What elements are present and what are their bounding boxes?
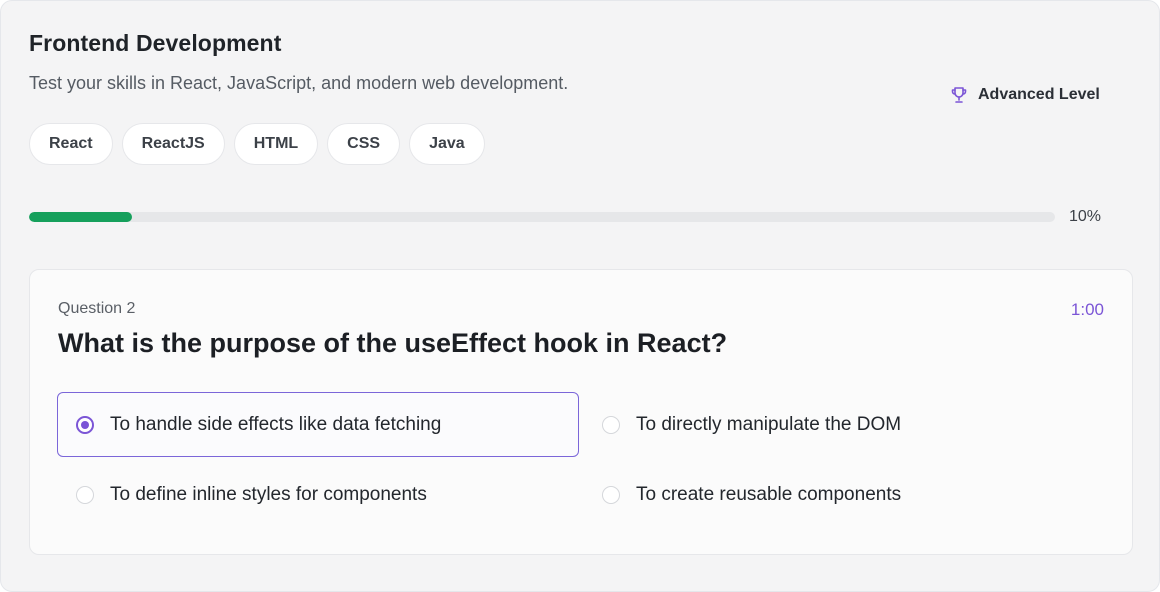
progress-percentage: 10% <box>1069 208 1102 225</box>
answer-option-2[interactable]: To directly manipulate the DOM <box>583 392 1105 457</box>
answer-option-label: To create reusable components <box>636 483 902 505</box>
tag-reactjs: ReactJS <box>121 123 225 165</box>
answer-option-label: To define inline styles for components <box>110 483 427 505</box>
question-number: Question 2 <box>58 300 136 317</box>
quiz-subtitle: Test your skills in React, JavaScript, a… <box>29 73 569 93</box>
radio-button[interactable] <box>76 415 94 434</box>
skill-tags: React ReactJS HTML CSS Java <box>29 123 485 165</box>
answer-option-4[interactable]: To create reusable components <box>583 462 1105 527</box>
difficulty-level: Advanced Level <box>949 83 1100 107</box>
progress-bar <box>29 212 1055 222</box>
tag-react: React <box>29 123 113 165</box>
answer-option-3[interactable]: To define inline styles for components <box>57 462 579 527</box>
answer-option-1[interactable]: To handle side effects like data fetchin… <box>57 392 579 457</box>
quiz-card: Frontend Development Test your skills in… <box>0 0 1160 592</box>
quiz-title: Frontend Development <box>29 30 282 56</box>
question-timer: 1:00 <box>1070 300 1104 319</box>
radio-button[interactable] <box>602 485 620 504</box>
tag-java: Java <box>409 123 485 165</box>
answer-option-label: To directly manipulate the DOM <box>636 413 902 435</box>
tag-html: HTML <box>233 123 319 165</box>
question-text: What is the purpose of the useEffect hoo… <box>58 328 728 358</box>
tag-css: CSS <box>327 123 401 165</box>
radio-button[interactable] <box>602 415 620 434</box>
progress-bar-fill <box>29 212 132 222</box>
question-panel: Question 2 1:00 What is the purpose of t… <box>29 269 1133 555</box>
radio-button[interactable] <box>76 485 94 504</box>
difficulty-level-label: Advanced Level <box>978 86 1100 103</box>
trophy-icon <box>949 85 969 105</box>
answer-option-label: To handle side effects like data fetchin… <box>110 413 442 435</box>
